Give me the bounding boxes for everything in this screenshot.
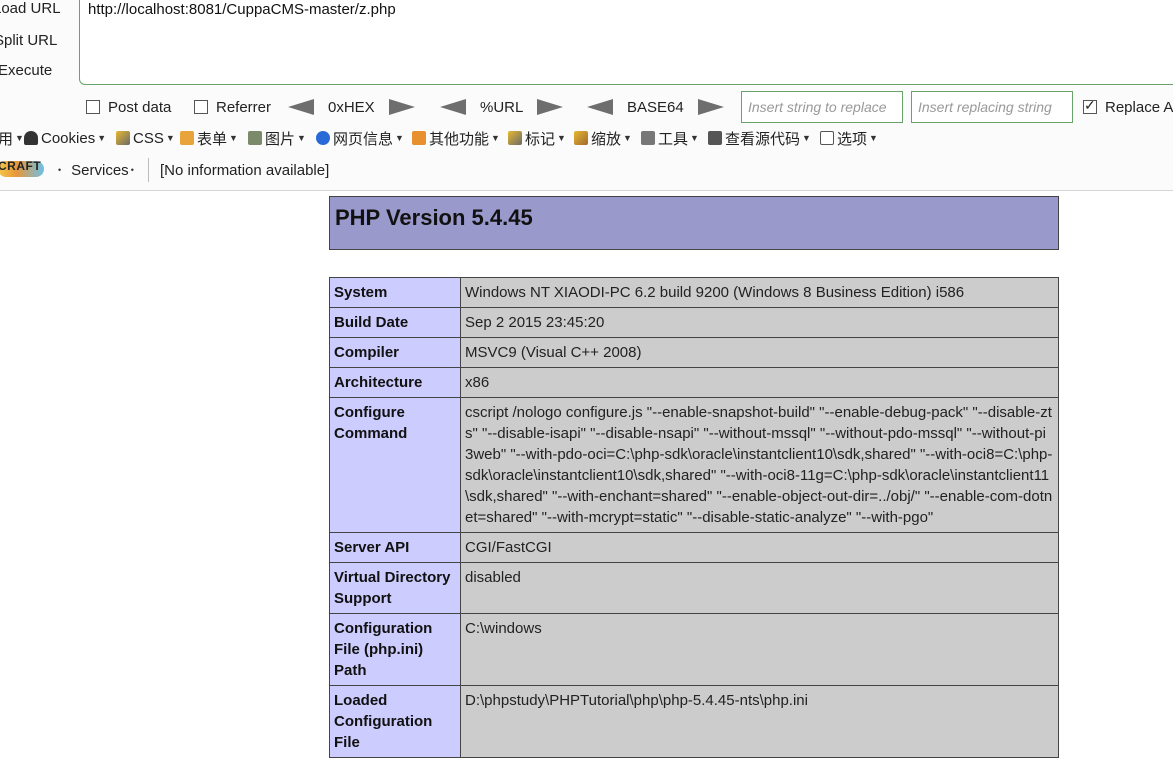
- replace-all-checkbox[interactable]: [1083, 97, 1097, 114]
- urlenc-label: %URL: [480, 98, 524, 116]
- table-row: Configure Command cscript /nologo configu…: [329, 397, 1059, 533]
- base64-label: BASE64: [627, 98, 684, 116]
- menu-view-source[interactable]: 查看源代码 ▼: [708, 125, 811, 151]
- base64-encode-arrow-icon[interactable]: [697, 99, 724, 115]
- post-data-toggle[interactable]: Post data: [86, 93, 171, 121]
- row-key: Virtual Directory Support: [329, 562, 461, 614]
- hex-label: 0xHEX: [328, 98, 375, 116]
- replace-all-label: Replace All: [1105, 98, 1173, 116]
- table-row: Configuration File (php.ini) Path C:\wind…: [329, 613, 1059, 686]
- php-version-title: PHP Version 5.4.45: [329, 196, 1059, 250]
- url-textarea[interactable]: http://localhost:8081/CuppaCMS-master/z.…: [79, 0, 1173, 85]
- base64-decode-arrow-icon[interactable]: [587, 99, 613, 115]
- row-value: D:\phpstudy\PHPTutorial\php\php-5.4.45-n…: [460, 685, 1059, 758]
- row-key: Configure Command: [329, 397, 461, 533]
- form-icon: [180, 131, 194, 145]
- row-value: C:\windows: [460, 613, 1059, 686]
- row-value: x86: [460, 367, 1059, 398]
- tools-icon: [641, 131, 655, 145]
- table-row: Architecture x86: [329, 367, 1059, 398]
- row-value: Sep 2 2015 23:45:20: [460, 307, 1059, 338]
- hex-encoder: 0xHEX: [288, 93, 415, 121]
- row-value: disabled: [460, 562, 1059, 614]
- page-content: PHP Version 5.4.45 System Windows NT XIAO…: [0, 190, 1173, 778]
- menu-disable-partial[interactable]: 用 ▼: [0, 125, 24, 151]
- url-decode-arrow-icon[interactable]: [440, 99, 466, 115]
- status-info: [No information available]: [160, 161, 330, 179]
- url-encode-arrow-icon[interactable]: [537, 99, 564, 115]
- row-key: Configuration File (php.ini) Path: [329, 613, 461, 686]
- menu-tools[interactable]: 工具 ▼: [641, 125, 699, 151]
- menu-misc[interactable]: 其他功能 ▼: [412, 125, 500, 151]
- menu-css[interactable]: CSS ▼: [116, 125, 175, 151]
- status-bar: CRAFT • Services • [No information availa…: [0, 156, 1173, 184]
- craft-logo-text: CRAFT: [0, 159, 42, 173]
- insert-string-input[interactable]: [741, 91, 903, 123]
- load-url-button[interactable]: Load URL: [0, 0, 61, 17]
- replacing-string-input[interactable]: [911, 91, 1073, 123]
- table-row: Virtual Directory Support disabled: [329, 562, 1059, 614]
- menu-forms[interactable]: 表单 ▼: [180, 125, 238, 151]
- row-key: Server API: [329, 532, 461, 563]
- status-separator: [148, 158, 149, 182]
- row-value: MSVC9 (Visual C++ 2008): [460, 337, 1059, 368]
- post-data-checkbox[interactable]: [86, 100, 100, 114]
- row-key: Build Date: [329, 307, 461, 338]
- split-url-button[interactable]: Split URL: [0, 32, 57, 49]
- post-data-label: Post data: [108, 98, 172, 116]
- row-value: Windows NT XIAODI-PC 6.2 build 9200 (Win…: [460, 277, 1059, 308]
- menu-page-info[interactable]: 网页信息 ▼: [316, 125, 404, 151]
- menu-images[interactable]: 图片 ▼: [248, 125, 306, 151]
- webdev-toolbar: 用 ▼ Cookies ▼ CSS ▼ 表单 ▼ 图片 ▼ 网页信息 ▼ 其他功能 ▼ 标记 ▼: [0, 125, 1173, 151]
- person-icon: [24, 131, 38, 145]
- table-row: Server API CGI/FastCGI: [329, 532, 1059, 563]
- marker-icon: [508, 131, 522, 145]
- menu-outline[interactable]: 标记 ▼: [508, 125, 566, 151]
- execute-button[interactable]: Execute: [0, 62, 52, 79]
- menu-resize[interactable]: 缩放 ▼: [574, 125, 632, 151]
- hex-encode-arrow-icon[interactable]: [388, 99, 415, 115]
- row-key: System: [329, 277, 461, 308]
- menu-options[interactable]: 选项 ▼: [820, 125, 878, 151]
- misc-icon: [412, 131, 426, 145]
- table-row: Compiler MSVC9 (Visual C++ 2008): [329, 337, 1059, 368]
- row-key: Loaded Configuration File: [329, 685, 461, 758]
- row-key: Compiler: [329, 337, 461, 368]
- source-icon: [708, 131, 722, 145]
- hex-decode-arrow-icon[interactable]: [288, 99, 314, 115]
- image-icon: [248, 131, 262, 145]
- table-row: Build Date Sep 2 2015 23:45:20: [329, 307, 1059, 338]
- menu-cookies[interactable]: Cookies ▼: [24, 125, 106, 151]
- phpinfo-table: System Windows NT XIAODI-PC 6.2 build 920…: [329, 277, 1059, 758]
- referrer-label: Referrer: [216, 98, 272, 116]
- row-value: CGI/FastCGI: [460, 532, 1059, 563]
- url-encoder: %URL: [440, 93, 564, 121]
- pencil-icon: [116, 131, 130, 145]
- row-key: Architecture: [329, 367, 461, 398]
- resize-icon: [574, 131, 588, 145]
- base64-encoder: BASE64: [587, 93, 724, 121]
- table-row: System Windows NT XIAODI-PC 6.2 build 920…: [329, 277, 1059, 308]
- hackbar-panel: Load URL Split URL Execute http://localh…: [0, 0, 1173, 191]
- table-row: Loaded Configuration File D:\phpstudy\PHP…: [329, 685, 1059, 758]
- replace-all-toggle[interactable]: Replace All: [1083, 93, 1173, 121]
- referrer-toggle[interactable]: Referrer: [194, 93, 271, 121]
- info-icon: [316, 131, 330, 145]
- referrer-checkbox[interactable]: [194, 100, 208, 114]
- row-value: cscript /nologo configure.js "--enable-s…: [460, 397, 1059, 533]
- options-icon: [820, 131, 834, 145]
- services-dropdown[interactable]: • Services •: [56, 157, 134, 183]
